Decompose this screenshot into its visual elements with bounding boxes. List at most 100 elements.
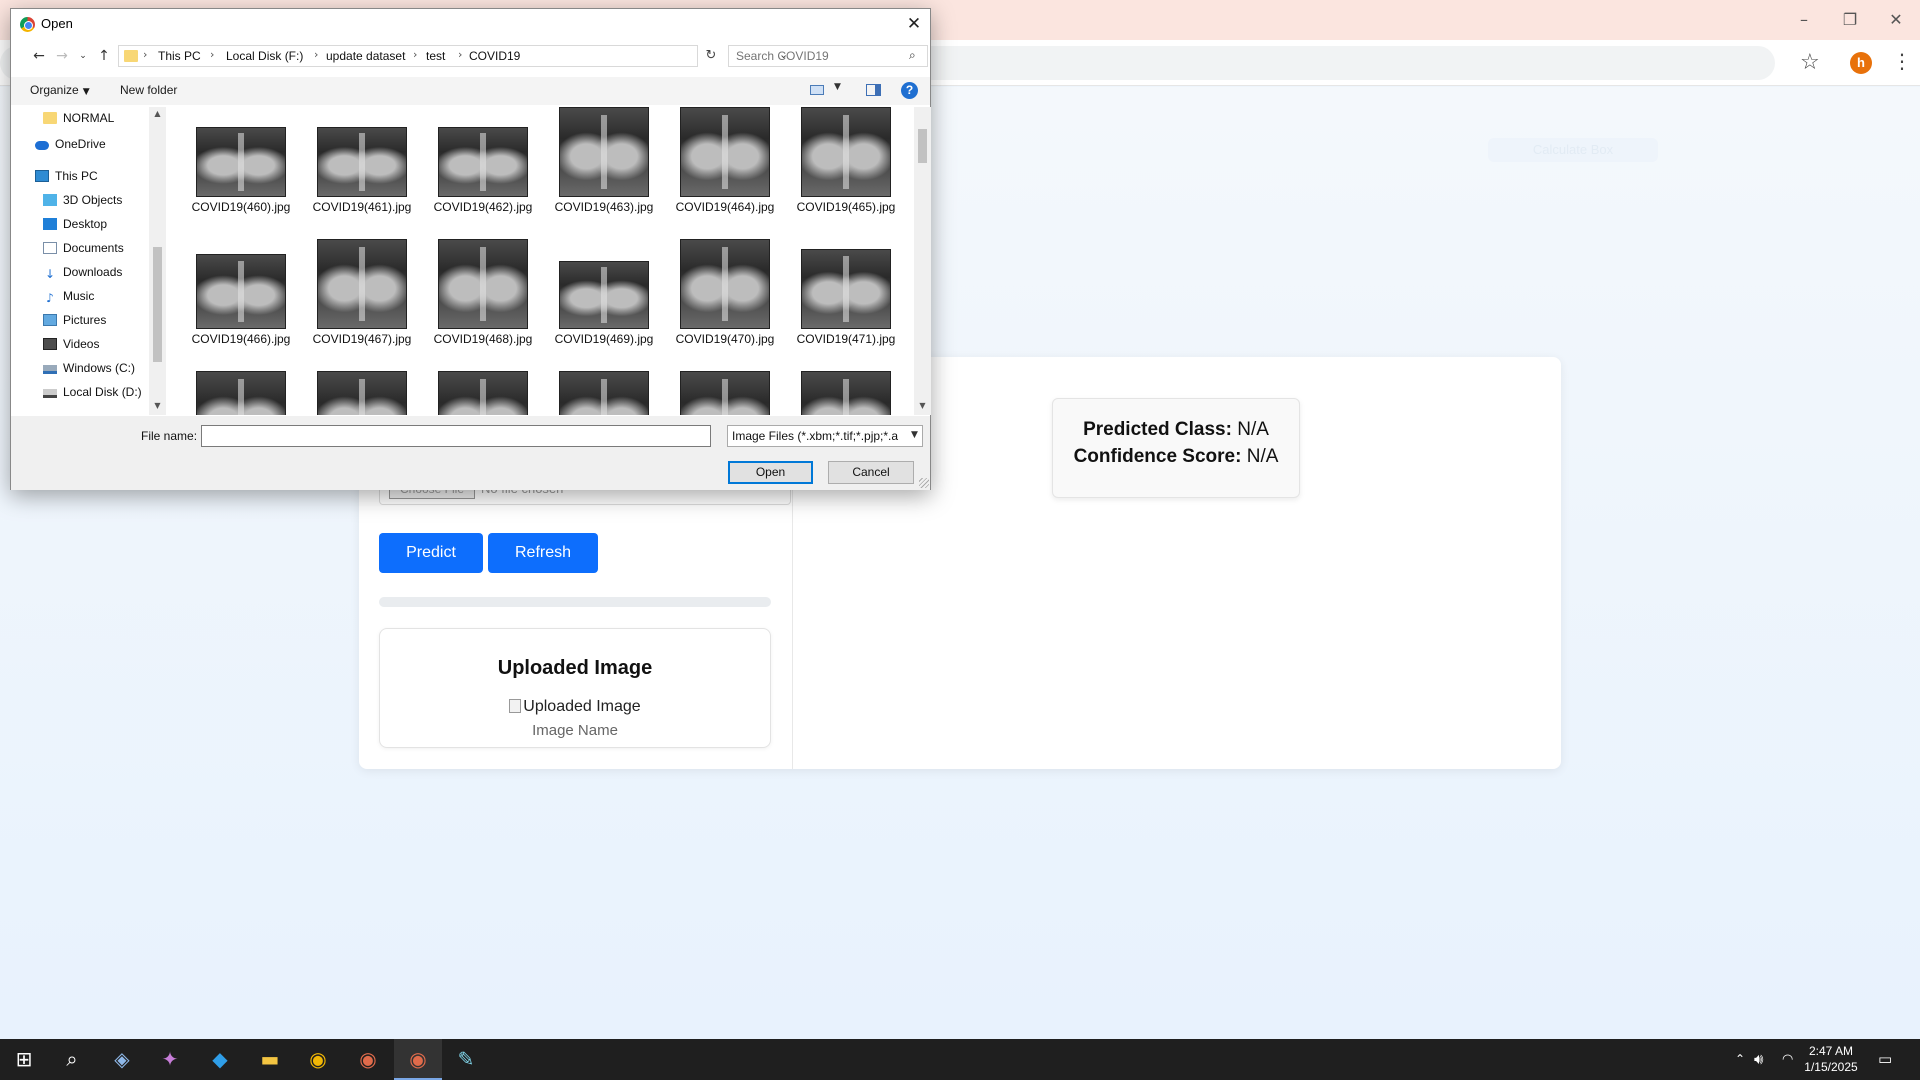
preview-pane-icon[interactable] [866, 84, 881, 96]
open-button[interactable]: Open [728, 461, 813, 484]
file-item[interactable]: COVID19(463).jpg [548, 107, 660, 239]
notepad-icon[interactable]: ✎ [442, 1039, 490, 1080]
nav-item-label: Downloads [63, 265, 123, 279]
clock[interactable]: 2:47 AM 1/15/2025 [1796, 1043, 1866, 1075]
chevron-down-icon[interactable]: ▼ [911, 430, 918, 440]
forward-arrow-icon[interactable]: → [52, 46, 72, 66]
search-icon[interactable]: ⌕ [48, 1039, 96, 1080]
predict-button[interactable]: Predict [379, 533, 483, 573]
nav-item[interactable]: ↓ Downloads [43, 261, 122, 283]
chrome-active-icon[interactable]: ◉ [394, 1039, 442, 1080]
close-icon[interactable]: ✕ [899, 12, 929, 36]
breadcrumb-covid19[interactable]: COVID19 [469, 49, 520, 63]
recent-locations-chevron-icon[interactable]: ⌄ [73, 46, 93, 66]
file-type-select[interactable]: Image Files (*.xbm;*.tif;*.pjp;*.a [727, 425, 923, 447]
nav-item[interactable]: Pictures [43, 309, 106, 331]
file-item[interactable] [790, 371, 902, 415]
nav-item-label: OneDrive [55, 137, 106, 151]
dialog-address-bar[interactable]: › This PC › Local Disk (F:) › update dat… [118, 45, 788, 67]
chrome-icon[interactable]: ◉ [294, 1039, 342, 1080]
file-item[interactable] [548, 371, 660, 415]
wifi-icon[interactable]: ◠ [1782, 1039, 1793, 1080]
resize-grip[interactable] [919, 478, 929, 488]
file-item[interactable]: COVID19(461).jpg [306, 109, 418, 239]
teams-icon[interactable]: ◈ [98, 1039, 146, 1080]
file-name: COVID19(471).jpg [796, 332, 896, 346]
dialog-search: ⌕ [728, 45, 928, 67]
windows-start-icon[interactable]: ⊞ [0, 1039, 48, 1080]
scrollbar-thumb[interactable] [153, 247, 162, 362]
file-item[interactable]: COVID19(465).jpg [790, 107, 902, 239]
scroll-down-icon[interactable]: ▼ [914, 401, 931, 410]
videos-icon [43, 338, 57, 350]
nav-item[interactable]: OneDrive [35, 133, 106, 155]
file-item[interactable]: COVID19(470).jpg [669, 239, 781, 371]
kebab-icon[interactable]: ⋮ [1892, 49, 1912, 73]
file-name-field[interactable]: ⌄ [201, 425, 896, 447]
scroll-down-icon[interactable]: ▼ [149, 401, 166, 410]
breadcrumb-update-dataset[interactable]: update dataset [326, 49, 405, 63]
predicted-class-value: N/A [1237, 419, 1269, 440]
file-item[interactable]: COVID19(466).jpg [185, 241, 297, 371]
file-item[interactable] [306, 371, 418, 415]
file-item[interactable]: COVID19(462).jpg [427, 109, 539, 239]
volume-icon[interactable]: 🔊︎ [1754, 1039, 1763, 1080]
restore-window-button[interactable]: ❐ [1830, 6, 1870, 34]
new-folder-button[interactable]: New folder [120, 83, 177, 97]
breadcrumb-test[interactable]: test [426, 49, 445, 63]
caret-down-icon: ▼ [82, 87, 90, 97]
breadcrumb-local-disk-f[interactable]: Local Disk (F:) [226, 49, 303, 63]
file-item[interactable]: COVID19(468).jpg [427, 239, 539, 371]
close-window-button[interactable]: ✕ [1876, 6, 1916, 34]
nav-item[interactable]: Local Disk (D:) [43, 381, 142, 403]
nav-item[interactable]: ♪ Music [43, 285, 94, 307]
nav-item[interactable]: This PC [35, 165, 98, 187]
vscode-icon[interactable]: ◆ [196, 1039, 244, 1080]
cancel-button[interactable]: Cancel [828, 461, 914, 484]
nav-item[interactable]: 3D Objects [43, 189, 122, 211]
refresh-icon[interactable]: ↻ [700, 45, 722, 67]
faded-header-button[interactable]: Calculate Box [1488, 138, 1658, 162]
scroll-up-icon[interactable]: ▲ [149, 109, 166, 118]
xray-thumbnail [196, 127, 286, 197]
file-name: COVID19(462).jpg [433, 200, 533, 214]
caret-down-icon[interactable]: ▼ [834, 82, 841, 92]
file-grid-scrollbar[interactable]: ▼ [914, 107, 931, 415]
file-item[interactable]: COVID19(467).jpg [306, 239, 418, 371]
pc-icon [35, 170, 49, 182]
view-mode-icon[interactable] [810, 85, 824, 95]
help-icon[interactable]: ? [901, 82, 918, 99]
file-item[interactable] [185, 371, 297, 415]
profile-avatar[interactable]: h [1850, 52, 1872, 74]
file-item[interactable]: COVID19(460).jpg [185, 109, 297, 239]
file-item[interactable]: COVID19(469).jpg [548, 241, 660, 371]
search-input[interactable] [729, 46, 904, 66]
navigation-scrollbar[interactable]: ▲ ▼ [149, 107, 166, 415]
chrome-profile-icon[interactable]: ◉ [344, 1039, 392, 1080]
nav-item[interactable]: NORMAL [43, 107, 114, 129]
scrollbar-thumb[interactable] [918, 129, 927, 163]
up-arrow-icon[interactable]: ↑ [94, 46, 114, 66]
search-icon[interactable]: ⌕ [909, 48, 916, 63]
chevron-up-icon[interactable]: ⌃ [1735, 1039, 1745, 1080]
notification-icon[interactable]: ▭ [1878, 1039, 1892, 1080]
star-icon[interactable]: ☆ [1800, 50, 1820, 75]
nav-item[interactable]: Desktop [43, 213, 107, 235]
copilot-icon[interactable]: ✦ [146, 1039, 194, 1080]
minimize-window-button[interactable]: – [1784, 6, 1824, 34]
file-item[interactable] [669, 371, 781, 415]
nav-item[interactable]: Windows (C:) [43, 357, 135, 379]
refresh-button[interactable]: Refresh [488, 533, 598, 573]
organize-button[interactable]: Organize ▼ [30, 83, 90, 97]
confidence-score: Confidence Score: N/A [1053, 446, 1299, 468]
breadcrumb-this-pc[interactable]: This PC [158, 49, 201, 63]
nav-item[interactable]: Videos [43, 333, 99, 355]
file-item[interactable]: COVID19(464).jpg [669, 107, 781, 239]
file-item[interactable]: COVID19(471).jpg [790, 241, 902, 371]
file-item[interactable] [427, 371, 539, 415]
back-arrow-icon[interactable]: ← [29, 46, 49, 66]
file-name: COVID19(465).jpg [796, 200, 896, 214]
file-explorer-icon[interactable]: ▬ [246, 1039, 294, 1080]
chrome-icon [20, 17, 35, 32]
nav-item[interactable]: Documents [43, 237, 124, 259]
